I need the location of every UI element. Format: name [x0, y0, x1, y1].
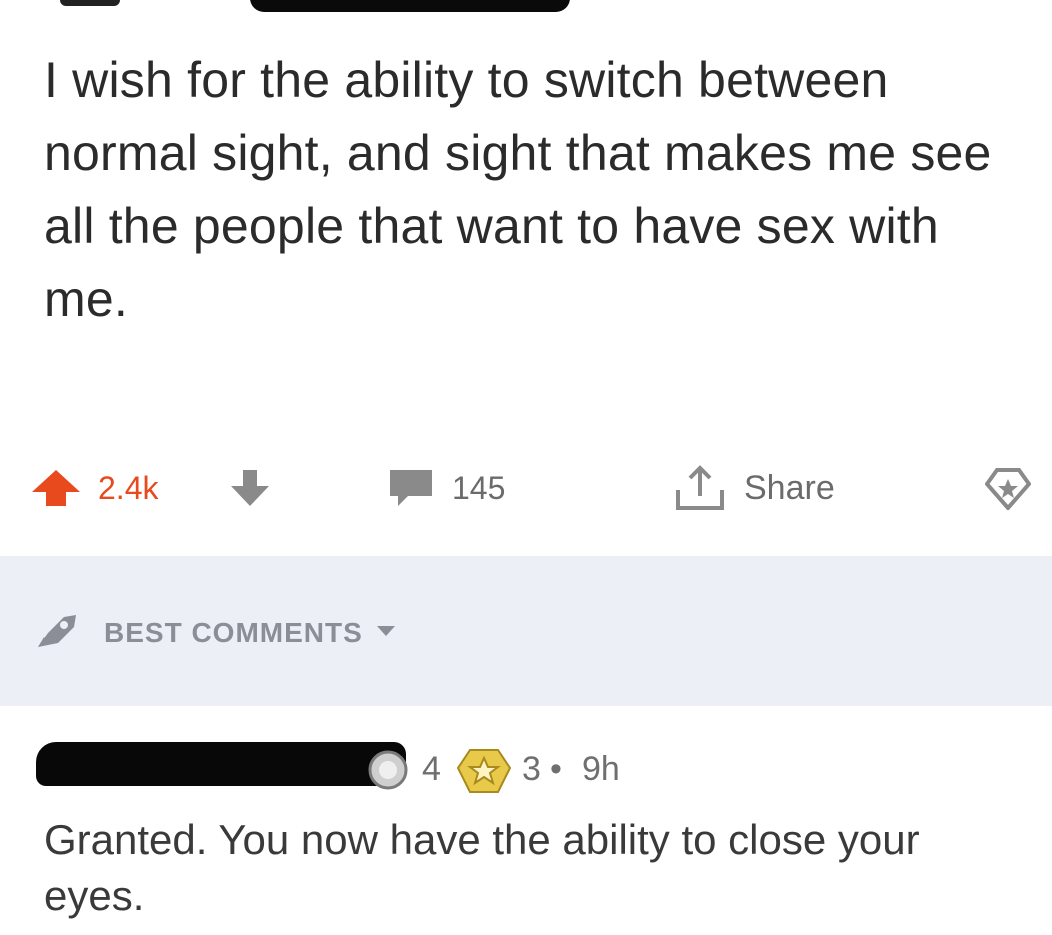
cropped-header-fragment — [60, 0, 120, 6]
comment-age: 9h — [582, 750, 620, 788]
award-count: 3 — [522, 750, 541, 788]
award-badge-icon — [456, 746, 512, 801]
post-score: 2.4k — [98, 469, 159, 506]
downvote-arrow-icon[interactable] — [228, 452, 272, 524]
upvote-arrow-icon[interactable] — [30, 452, 82, 524]
sort-label: BEST COMMENTS — [104, 617, 363, 648]
post-action-bar: 2.4k 145 Share — [0, 452, 1052, 524]
chevron-down-icon — [375, 624, 397, 643]
reddit-post-screen: I wish for the ability to switch between… — [0, 0, 1052, 935]
share-icon[interactable] — [672, 452, 728, 524]
post-body-text: I wish for the ability to switch between… — [44, 52, 992, 327]
karma-badge-icon — [364, 748, 412, 797]
rocket-icon — [34, 611, 80, 656]
redacted-username-top — [250, 0, 570, 12]
sort-dropdown[interactable]: BEST COMMENTS — [34, 608, 397, 658]
comment-meta: 4 3 • 9h — [36, 740, 736, 800]
meta-separator: • — [550, 750, 562, 788]
comment-body-text: Granted. You now have the ability to clo… — [44, 816, 920, 919]
comment-bubble-icon[interactable] — [386, 452, 436, 524]
redacted-username-comment — [36, 742, 406, 786]
comments-count[interactable]: 145 — [452, 452, 505, 524]
comments-sort-bar: BEST COMMENTS — [0, 556, 1052, 706]
karma-badge-count: 4 — [422, 750, 441, 788]
save-bookmark-icon[interactable] — [985, 452, 1031, 524]
share-button[interactable]: Share — [744, 452, 835, 524]
